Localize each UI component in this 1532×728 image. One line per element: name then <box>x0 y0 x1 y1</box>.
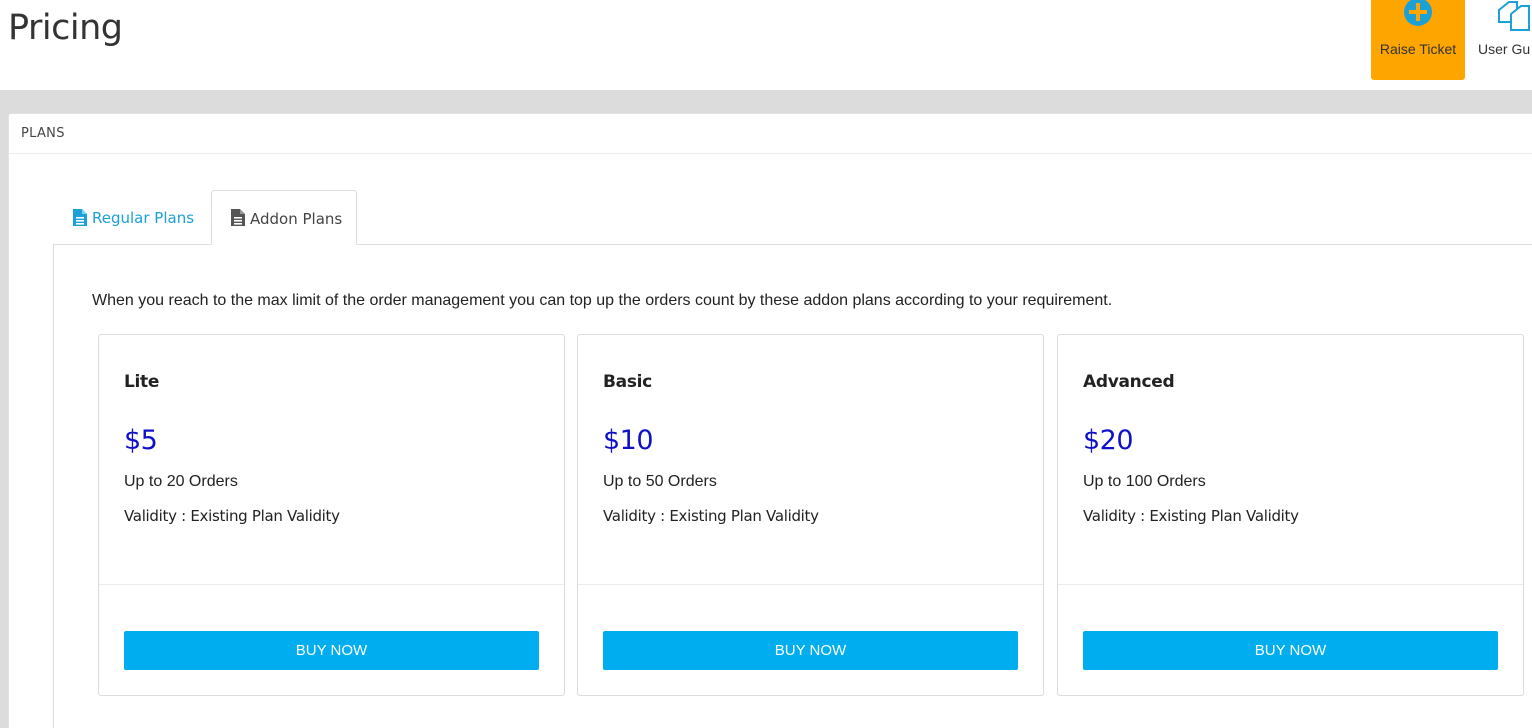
panel-heading: PLANS <box>9 114 1532 154</box>
tab-regular-plans[interactable]: Regular Plans <box>54 190 211 245</box>
buy-now-button[interactable]: BUY NOW <box>603 631 1018 670</box>
top-bar: Pricing Raise Ticket User Gu <box>0 0 1532 90</box>
card-divider <box>1058 584 1523 585</box>
plus-circle-icon <box>1403 0 1433 30</box>
page-title: Pricing <box>8 8 123 48</box>
plan-card-basic: Basic $10 Up to 50 Orders Validity : Exi… <box>577 334 1044 696</box>
plan-validity: Validity : Existing Plan Validity <box>1083 507 1299 525</box>
plan-card-lite: Lite $5 Up to 20 Orders Validity : Exist… <box>98 334 565 696</box>
addon-intro-text: When you reach to the max limit of the o… <box>92 292 1113 309</box>
buy-now-button[interactable]: BUY NOW <box>1083 631 1498 670</box>
plan-orders: Up to 20 Orders <box>124 473 238 490</box>
plan-price: $5 <box>124 425 158 456</box>
plan-orders: Up to 100 Orders <box>1083 473 1206 490</box>
tab-addon-plans-label: Addon Plans <box>250 210 343 228</box>
plan-price: $20 <box>1083 425 1134 456</box>
plan-orders: Up to 50 Orders <box>603 473 717 490</box>
plan-name: Basic <box>603 372 652 392</box>
plan-name: Lite <box>124 372 160 392</box>
user-guide-label: User Gu <box>1478 41 1531 57</box>
raise-ticket-label: Raise Ticket <box>1379 41 1457 57</box>
document-icon <box>231 209 245 230</box>
plan-name: Advanced <box>1083 372 1175 392</box>
card-divider <box>99 584 564 585</box>
plan-validity: Validity : Existing Plan Validity <box>124 507 340 525</box>
panel-heading-title: PLANS <box>21 126 65 141</box>
tab-regular-plans-label: Regular Plans <box>92 209 195 227</box>
copy-documents-icon <box>1497 0 1531 32</box>
buy-now-button[interactable]: BUY NOW <box>124 631 539 670</box>
plan-price: $10 <box>603 425 654 456</box>
tab-addon-plans[interactable]: Addon Plans <box>211 190 357 245</box>
plan-card-advanced: Advanced $20 Up to 100 Orders Validity :… <box>1057 334 1524 696</box>
plan-validity: Validity : Existing Plan Validity <box>603 507 819 525</box>
document-icon <box>73 209 87 230</box>
user-guide-button[interactable]: User Gu <box>1471 0 1532 80</box>
raise-ticket-button[interactable]: Raise Ticket <box>1371 0 1465 80</box>
card-divider <box>578 584 1043 585</box>
